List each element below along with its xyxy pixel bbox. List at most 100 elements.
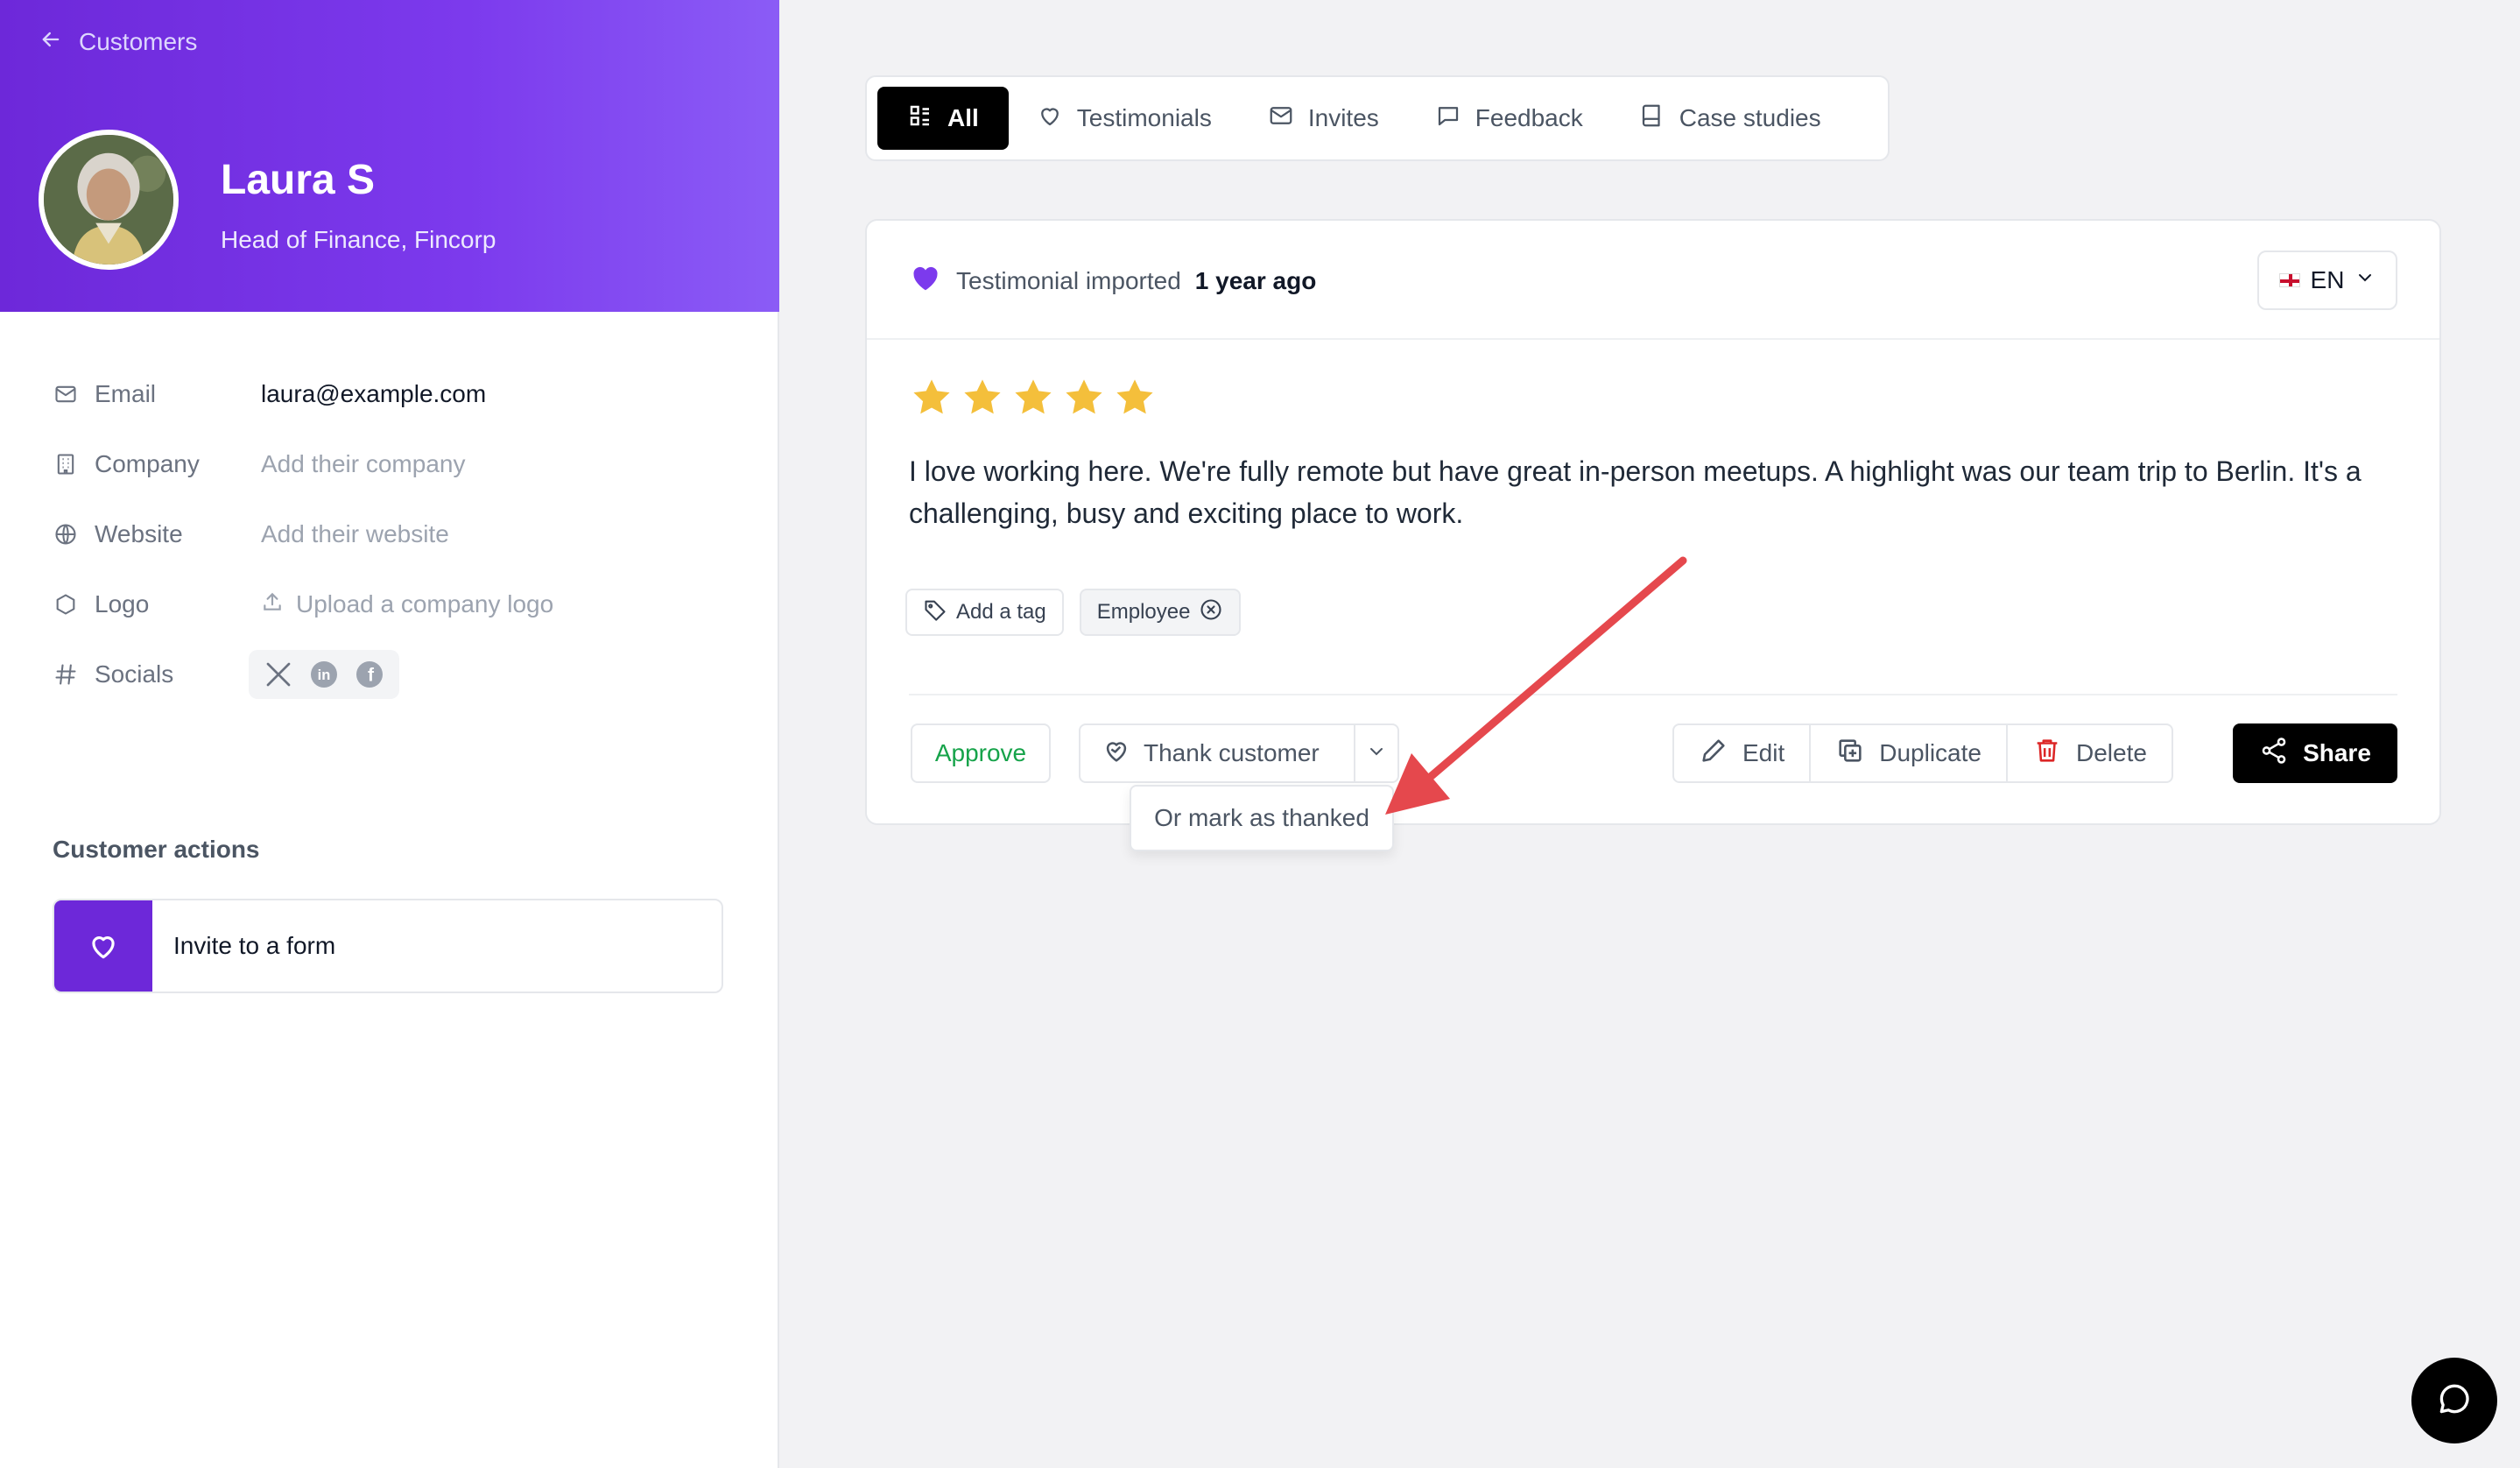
tab-feedback[interactable]: Feedback (1407, 87, 1611, 150)
duplicate-button[interactable]: Duplicate (1809, 725, 2006, 781)
share-icon (2259, 736, 2289, 772)
mail-icon (53, 381, 79, 407)
hash-icon (53, 661, 79, 688)
share-button[interactable]: Share (2233, 723, 2397, 783)
customer-name: Laura S (221, 157, 376, 203)
add-tag-label: Add a tag (956, 600, 1046, 624)
star-icon (909, 375, 954, 425)
tab-case-studies-label: Case studies (1679, 104, 1821, 131)
approve-button[interactable]: Approve (911, 723, 1051, 783)
chat-bubble-icon (2435, 1380, 2474, 1422)
upload-icon (261, 590, 284, 619)
book-icon (1639, 102, 1665, 135)
customer-actions-heading: Customer actions (53, 836, 260, 863)
delete-label: Delete (2075, 739, 2147, 766)
star-icon (1112, 375, 1158, 425)
tab-testimonials-label: Testimonials (1076, 104, 1212, 131)
svg-text:in: in (318, 667, 331, 683)
thank-customer-button[interactable]: Thank customer (1081, 725, 1354, 781)
back-to-customers-link[interactable]: Customers (39, 25, 197, 60)
company-input[interactable]: Add their company (261, 450, 465, 478)
testimonial-card: Testimonial imported 1 year ago EN I lov… (865, 219, 2441, 851)
email-value[interactable]: laura@example.com (261, 380, 486, 408)
edit-label: Edit (1742, 739, 1785, 766)
back-label: Customers (79, 28, 198, 55)
arrow-left-icon (39, 27, 63, 58)
add-tag-button[interactable]: Add a tag (905, 589, 1064, 636)
share-label: Share (2303, 739, 2371, 766)
star-rating (909, 375, 1158, 425)
testimonial-status: Testimonial imported 1 year ago (909, 261, 1316, 300)
invite-to-form-button[interactable]: Invite to a form (53, 899, 723, 993)
field-website: Website Add their website (53, 515, 736, 554)
socials-group: in f (249, 650, 399, 699)
star-icon (960, 375, 1005, 425)
building-icon (53, 451, 79, 477)
chevron-down-icon (1366, 741, 1387, 766)
chat-widget-button[interactable] (2411, 1358, 2497, 1443)
hexagon-icon (53, 591, 79, 618)
purple-heart-icon (909, 261, 942, 300)
divider (909, 694, 2397, 695)
upload-logo-button[interactable]: Upload a company logo (261, 590, 553, 619)
globe-icon (53, 521, 79, 547)
tab-case-studies[interactable]: Case studies (1611, 87, 1849, 150)
tag-employee: Employee (1079, 589, 1242, 636)
content-tabs: All Testimonials Invites Feedback Case s… (865, 75, 1890, 161)
avatar (39, 130, 179, 270)
testimonial-text: I love working here. We're fully remote … (909, 455, 2362, 529)
mail-icon (1268, 102, 1294, 135)
grid-list-icon (907, 102, 933, 135)
pencil-icon (1699, 736, 1728, 772)
app-root: Customers Laura S Head of Finance, Finco… (0, 0, 2520, 1468)
website-label: Website (95, 520, 183, 547)
thank-customer-split-button: Thank customer (1079, 723, 1399, 783)
facebook-icon[interactable]: f (352, 657, 387, 692)
language-value: EN (2310, 266, 2345, 293)
mark-as-thanked-option[interactable]: Or mark as thanked (1130, 785, 1394, 851)
tag-list: Add a tag Employee (905, 589, 1242, 636)
field-logo: Logo Upload a company logo (53, 585, 736, 624)
language-select[interactable]: EN (2257, 251, 2397, 310)
socials-label: Socials (95, 660, 174, 688)
tab-invites-label: Invites (1307, 104, 1379, 131)
time-ago: 1 year ago (1194, 266, 1317, 294)
heart-icon (54, 900, 152, 992)
tab-all-label: All (947, 104, 979, 131)
upload-logo-label: Upload a company logo (296, 590, 554, 618)
svg-text:f: f (368, 666, 375, 686)
testimonial-header: Testimonial imported 1 year ago EN (867, 221, 2439, 340)
field-company: Company Add their company (53, 445, 736, 483)
thank-options-dropdown[interactable] (1354, 725, 1397, 781)
website-input[interactable]: Add their website (261, 520, 449, 548)
remove-tag-icon[interactable] (1199, 597, 1223, 628)
company-label: Company (95, 450, 200, 477)
tab-testimonials[interactable]: Testimonials (1009, 87, 1240, 150)
chevron-down-icon (2355, 266, 2376, 294)
star-icon (1010, 375, 1056, 425)
thank-customer-label: Thank customer (1144, 739, 1320, 766)
uk-flag-icon (2278, 273, 2300, 287)
heart-icon (1037, 102, 1063, 135)
duplicate-label: Duplicate (1879, 739, 1982, 766)
status-text: Testimonial imported (956, 266, 1181, 294)
invite-label: Invite to a form (173, 932, 336, 959)
x-icon[interactable] (261, 657, 296, 692)
testimonial-action-group: Edit Duplicate Delete (1672, 723, 2173, 783)
message-icon (1435, 102, 1461, 135)
heart-handshake-icon (1102, 736, 1131, 772)
field-email: Email laura@example.com (53, 375, 736, 413)
tab-invites[interactable]: Invites (1240, 87, 1407, 150)
tag-label: Employee (1096, 600, 1191, 624)
customer-title: Head of Finance, Fincorp (221, 226, 496, 253)
linkedin-icon[interactable]: in (306, 657, 341, 692)
customer-sidebar: Customers Laura S Head of Finance, Finco… (0, 0, 779, 1468)
email-label: Email (95, 380, 157, 407)
edit-button[interactable]: Edit (1674, 725, 1809, 781)
tab-feedback-label: Feedback (1475, 104, 1583, 131)
trash-icon (2032, 736, 2062, 772)
delete-button[interactable]: Delete (2005, 725, 2172, 781)
logo-label: Logo (95, 590, 150, 618)
tag-icon (923, 597, 947, 628)
tab-all[interactable]: All (877, 87, 1009, 150)
